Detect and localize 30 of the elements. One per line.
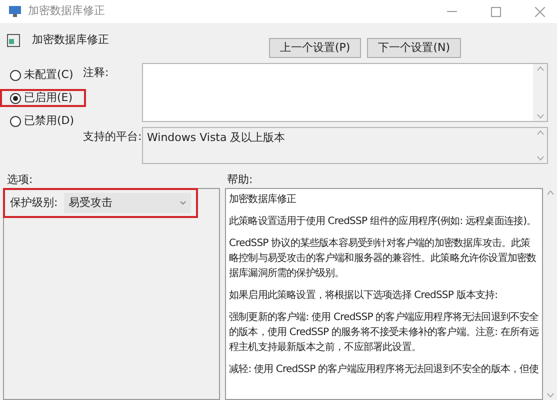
radio-option[interactable]: 未配置(C) <box>0 66 83 84</box>
scrollbar[interactable] <box>533 64 547 121</box>
help-paragraph: 此策略设置适用于使用 CredSSP 组件的应用程序(例如: 远程桌面连接)。 <box>229 214 538 229</box>
comment-field[interactable] <box>142 63 548 122</box>
policy-icon <box>7 34 20 47</box>
nav-button[interactable]: 上一个设置(P) <box>268 38 362 58</box>
radio-option[interactable]: 已启用(E) <box>0 89 86 107</box>
policy-title: 加密数据库修正 <box>32 32 109 48</box>
platform-value: Windows Vista 及以上版本 <box>146 130 286 146</box>
help-paragraph: 加密数据库修正 <box>229 192 298 207</box>
help-paragraph: 强制更新的客户端: 使用 CredSSP 的客户端应用程序将无法回退到不安全的版本，使用 CredSSP 的服务将不接受未修补的客户端。注意: 在所有远程主机支持最新版本之前，不应部署此设置。 <box>229 310 539 355</box>
help-paragraph: 减轻: 使用 CredSSP 的客户端应用程序将无法回退到不安全的版本，但使 <box>229 362 539 377</box>
help-paragraph: 如果启用此策略设置，将根据以下选项选择 CredSSP 版本支持: <box>229 288 499 303</box>
radio-option[interactable]: 已禁用(D) <box>0 112 83 130</box>
options-label: 选项: <box>7 172 34 188</box>
radio-icon <box>10 116 21 126</box>
maximize-icon[interactable] <box>491 6 501 16</box>
radio-icon <box>10 92 21 104</box>
nav-button[interactable]: 下一个设置(N) <box>367 38 461 58</box>
protection-level-dropdown[interactable]: 易受攻击 <box>64 193 191 213</box>
computer-icon <box>8 5 22 18</box>
protection-level-label: 保护级别: <box>10 194 58 211</box>
window-title: 加密数据库修正 <box>28 3 105 20</box>
comment-label: 注释: <box>83 65 110 81</box>
help-label: 帮助: <box>227 172 253 188</box>
help-paragraph: CredSSP 协议的某些版本容易受到针对客户端的加密数据库攻击。此策略控制与易受攻击的客户端和服务器的兼容性。此策略允许你设置加密数据库漏洞所需的保护级别。 <box>229 236 538 281</box>
platform-label: 支持的平台: <box>83 129 142 145</box>
radio-icon <box>10 70 21 80</box>
close-icon[interactable] <box>535 6 545 16</box>
chevron-down-icon <box>180 201 186 205</box>
